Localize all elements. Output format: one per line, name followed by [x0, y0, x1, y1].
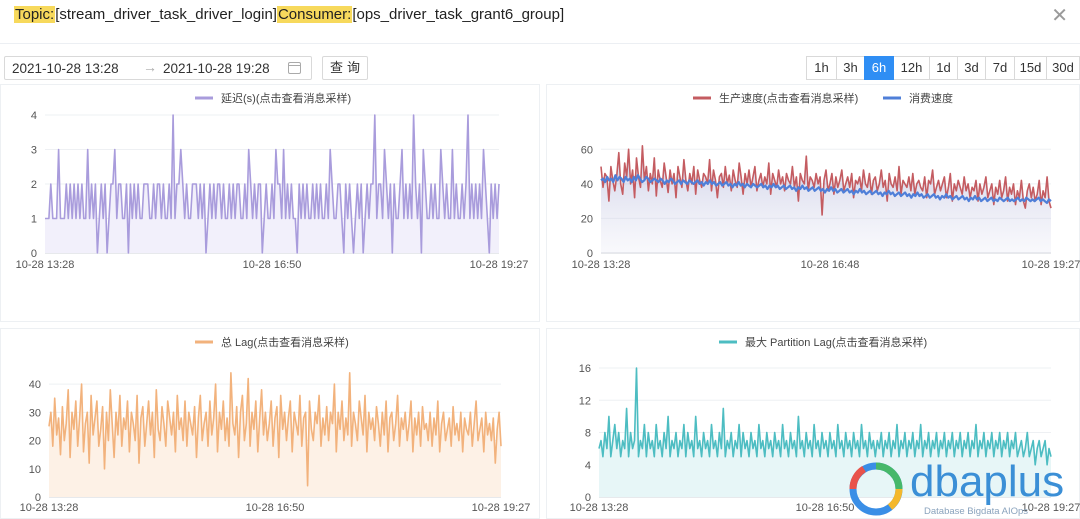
x-tick-label: 10-28 13:28	[20, 502, 79, 514]
total-lag-chart-panel: 总 Lag(点击查看消息采样) 0 10 20 30 40 10-28 13:28 10-28…	[0, 328, 540, 519]
range-start-input[interactable]: 2021-10-28 13:28	[12, 61, 119, 76]
legend-label[interactable]: 生产速度(点击查看消息采样)	[719, 91, 858, 105]
logo-brand-text: dbaplus	[910, 457, 1064, 506]
period-button-30d[interactable]: 30d	[1046, 56, 1080, 80]
x-tick-label: 10-28 13:28	[570, 502, 629, 514]
x-tick-label: 10-28 16:48	[801, 259, 860, 271]
period-button-6h[interactable]: 6h	[864, 56, 894, 80]
close-icon[interactable]: ✕	[1051, 3, 1068, 27]
y-tick-label: 60	[581, 144, 593, 156]
x-tick-label: 10-28 19:27	[472, 502, 531, 514]
y-tick-label: 16	[579, 363, 591, 375]
y-tick-label: 3	[31, 145, 37, 157]
toolbar: 2021-10-28 13:28 → 2021-10-28 19:28 查询 1…	[0, 56, 1080, 82]
y-tick-label: 4	[585, 460, 591, 472]
x-tick-label: 10-28 13:28	[16, 259, 75, 271]
logo-ring-yellow	[887, 488, 903, 510]
logo-ring-green	[875, 462, 903, 490]
logo-ring-red	[849, 466, 867, 490]
legend-label[interactable]: 最大 Partition Lag(点击查看消息采样)	[745, 335, 927, 349]
period-button-3d[interactable]: 3d	[957, 56, 986, 80]
period-button-3h[interactable]: 3h	[836, 56, 865, 80]
query-button[interactable]: 查询	[322, 56, 368, 80]
delay-chart: 延迟(s)(点击查看消息采样)0123410-28 13:28 10-28 16:…	[16, 91, 529, 271]
y-tick-label: 8	[585, 428, 591, 440]
period-selector: 1h 3h 6h 12h 1d 3d 7d 15d 30d	[806, 56, 1080, 80]
y-tick-label: 10	[29, 464, 41, 476]
y-tick-label: 20	[29, 436, 41, 448]
speed-chart-panel: 生产速度(点击查看消息采样) 消费速度 0 20 40 60 10-28 13:28 10-2…	[546, 84, 1080, 322]
y-tick-label: 1	[31, 214, 37, 226]
dbaplus-watermark-logo: dbaplus Database Bigdata AIOps	[849, 457, 1064, 517]
consumer-label: Consumer:	[276, 6, 353, 23]
speed-chart: 生产速度(点击查看消息采样) 消费速度020406010-28 13:28 10-2…	[572, 91, 1080, 271]
y-tick-label: 40	[29, 379, 41, 391]
legend-label[interactable]: 总 Lag(点击查看消息采样)	[221, 335, 349, 349]
period-button-12h[interactable]: 12h	[893, 56, 930, 80]
legend-label[interactable]: 消费速度	[909, 91, 953, 105]
y-tick-label: 2	[31, 179, 37, 191]
dialog-title: Topic:[stream_driver_task_driver_login]C…	[14, 6, 564, 23]
period-button-1h[interactable]: 1h	[806, 56, 837, 80]
arrow-right-icon: →	[143, 59, 157, 75]
y-tick-label: 20	[581, 213, 593, 225]
calendar-icon[interactable]	[288, 62, 301, 74]
x-tick-label: 10-28 13:28	[572, 259, 631, 271]
period-button-7d[interactable]: 7d	[985, 56, 1015, 80]
consumer-value: [ops_driver_task_grant6_group]	[352, 6, 565, 23]
x-tick-label: 10-28 16:50	[246, 502, 305, 514]
x-tick-label: 10-28 19:27	[1022, 259, 1080, 271]
x-tick-label: 10-28 19:27	[470, 259, 529, 271]
topic-label: Topic:	[14, 6, 56, 23]
y-tick-label: 4	[31, 110, 37, 122]
y-tick-label: 40	[581, 179, 593, 191]
x-tick-label: 10-28 16:50	[243, 259, 302, 271]
dialog-header: Topic:[stream_driver_task_driver_login]C…	[0, 0, 1080, 44]
legend-label[interactable]: 延迟(s)(点击查看消息采样)	[221, 91, 351, 105]
total-lag-chart: 总 Lag(点击查看消息采样)01020304010-28 13:28 10-28…	[20, 335, 531, 514]
delay-chart-panel: 延迟(s)(点击查看消息采样) 0 1 2 3 4 10-28 13:28 10-28 16:…	[0, 84, 540, 322]
y-tick-label: 30	[29, 407, 41, 419]
topic-value: [stream_driver_task_driver_login]	[55, 6, 277, 23]
period-button-15d[interactable]: 15d	[1014, 56, 1047, 80]
date-range-picker[interactable]: 2021-10-28 13:28 → 2021-10-28 19:28	[4, 56, 312, 80]
y-tick-label: 12	[579, 395, 591, 407]
range-end-input[interactable]: 2021-10-28 19:28	[163, 61, 270, 76]
logo-tagline-text: Database Bigdata AIOps	[924, 506, 1028, 517]
period-button-1d[interactable]: 1d	[929, 56, 958, 80]
